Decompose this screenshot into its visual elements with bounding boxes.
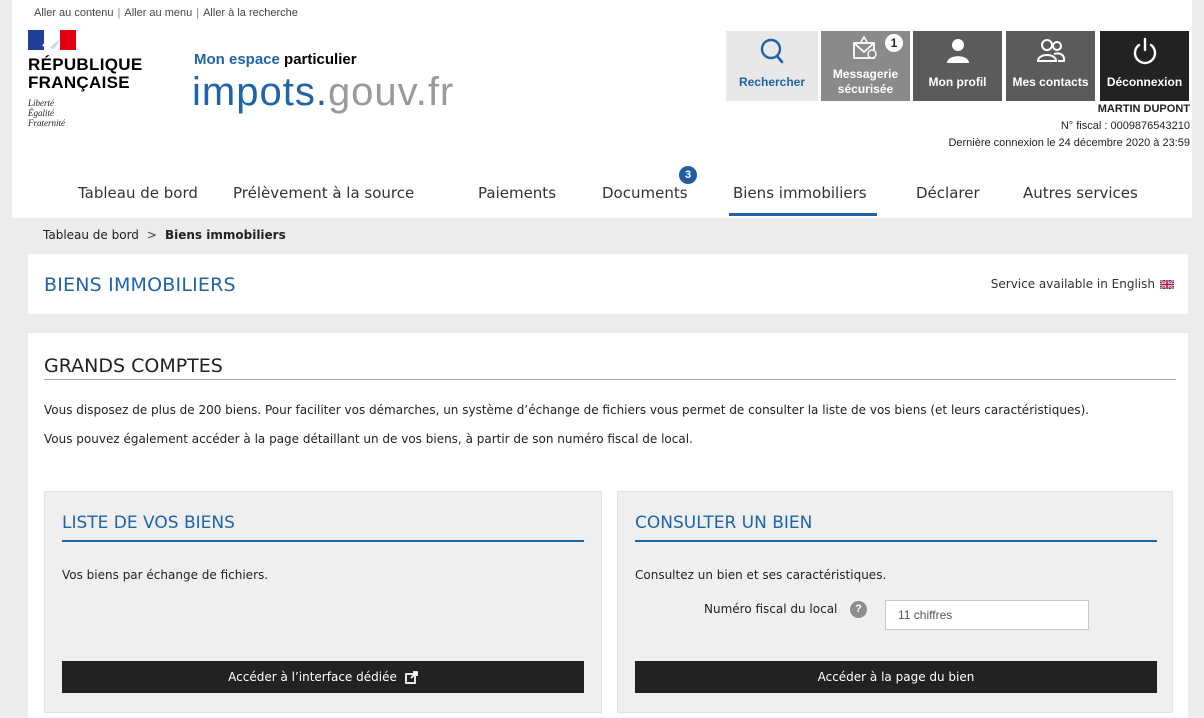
nav-prelevement-a-la-source[interactable]: Prélèvement à la source xyxy=(233,184,414,202)
brand-subtitle: Mon espace particulier xyxy=(194,51,357,68)
english-service-link[interactable]: Service available in English xyxy=(991,277,1174,291)
republique-francaise-name: RÉPUBLIQUE FRANÇAISE xyxy=(28,55,143,92)
skip-to-search-link[interactable]: Aller à la recherche xyxy=(203,7,298,19)
nav-tableau-de-bord[interactable]: Tableau de bord xyxy=(78,184,198,202)
open-property-page-button[interactable]: Accéder à la page du bien xyxy=(635,661,1157,693)
nav-biens-immobiliers[interactable]: Biens immobiliers xyxy=(733,184,867,202)
fiscal-number: N° fiscal : 0009876543210 xyxy=(1060,120,1190,132)
marianne-flag-icon xyxy=(28,30,76,50)
card-description: Consultez un bien et ses caractéristique… xyxy=(635,568,887,582)
impots-gouv-logo[interactable]: impots.gouv.fr xyxy=(192,70,454,114)
logout-button[interactable]: Déconnexion xyxy=(1100,31,1189,101)
last-login: Dernière connexion le 24 décembre 2020 à… xyxy=(948,137,1190,149)
republic-motto: Liberté Égalité Fraternité xyxy=(28,98,65,128)
main-navigation: Tableau de bord Prélèvement à la source … xyxy=(12,166,1192,216)
secure-messaging-button[interactable]: 1 Messagerie sécurisée xyxy=(821,31,910,101)
section-title: GRANDS COMPTES xyxy=(44,355,223,377)
skip-to-menu-link[interactable]: Aller au menu xyxy=(124,7,192,19)
contacts-button[interactable]: Mes contacts xyxy=(1006,31,1095,101)
uk-flag-icon xyxy=(1160,279,1174,289)
user-icon xyxy=(913,37,1002,65)
page-title: BIENS IMMOBILIERS xyxy=(44,274,236,296)
external-link-icon xyxy=(404,670,418,684)
fiscal-number-label: Numéro fiscal du local xyxy=(704,602,838,616)
title-panel: BIENS IMMOBILIERS Service available in E… xyxy=(28,254,1188,314)
profile-button[interactable]: Mon profil xyxy=(913,31,1002,101)
search-button[interactable]: Rechercher xyxy=(726,31,818,101)
content-panel: GRANDS COMPTES Vous disposez de plus de … xyxy=(28,333,1188,718)
breadcrumb-home-link[interactable]: Tableau de bord xyxy=(43,228,139,242)
nav-autres-services[interactable]: Autres services xyxy=(1023,184,1138,202)
breadcrumb: Tableau de bord > Biens immobiliers xyxy=(43,228,286,242)
header: Aller au contenu | Aller au menu | Aller à l… xyxy=(12,0,1192,218)
section-divider xyxy=(44,379,1176,380)
consulter-bien-card: CONSULTER UN BIEN Consultez un bien et s… xyxy=(617,491,1173,713)
skip-to-content-link[interactable]: Aller au contenu xyxy=(34,7,114,19)
fiscal-number-input[interactable] xyxy=(885,600,1089,630)
card-description: Vos biens par échange de fichiers. xyxy=(62,568,269,582)
intro-paragraph: Vous disposez de plus de 200 biens. Pour… xyxy=(44,403,1090,417)
active-nav-indicator xyxy=(729,213,877,216)
nav-documents[interactable]: Documents xyxy=(602,184,688,202)
breadcrumb-current: Biens immobiliers xyxy=(164,228,286,242)
user-name: MARTIN DUPONT xyxy=(1097,103,1190,115)
card-divider xyxy=(62,540,584,542)
open-dedicated-interface-button[interactable]: Accéder à l’interface dédiée xyxy=(62,661,584,693)
power-icon xyxy=(1100,37,1189,65)
nav-paiements[interactable]: Paiements xyxy=(478,184,556,202)
liste-biens-card: LISTE DE VOS BIENS Vos biens par échange… xyxy=(44,491,602,713)
message-count-badge: 1 xyxy=(885,34,903,52)
card-title: LISTE DE VOS BIENS xyxy=(62,513,235,533)
detail-paragraph: Vous pouvez également accéder à la page … xyxy=(44,432,693,446)
skip-links: Aller au contenu | Aller au menu | Aller à l… xyxy=(34,7,298,19)
help-icon[interactable]: ? xyxy=(850,601,867,618)
card-title: CONSULTER UN BIEN xyxy=(635,513,813,533)
documents-count-badge: 3 xyxy=(679,166,697,184)
nav-declarer[interactable]: Déclarer xyxy=(916,184,980,202)
search-icon xyxy=(726,37,818,65)
card-divider xyxy=(635,540,1157,542)
contacts-icon xyxy=(1006,37,1095,65)
